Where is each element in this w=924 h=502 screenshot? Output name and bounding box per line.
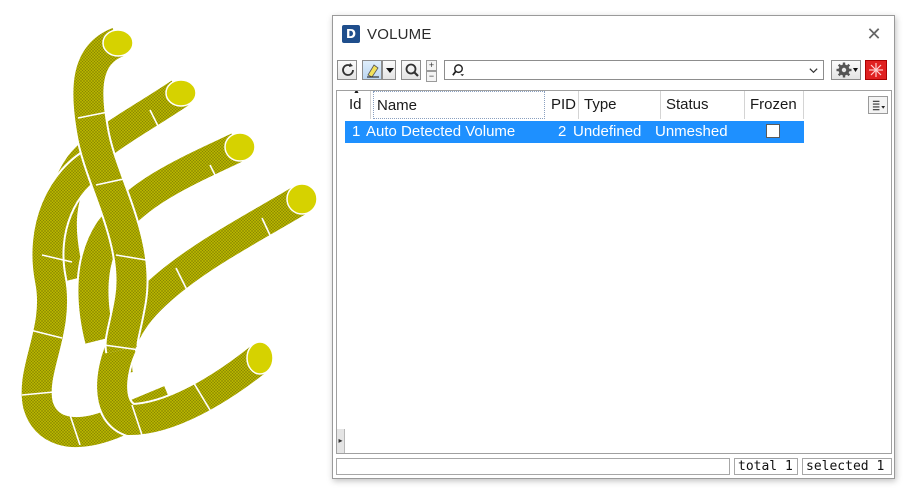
zoom-icon	[405, 63, 419, 77]
cell-id: 1	[352, 123, 361, 140]
refresh-button[interactable]	[337, 60, 357, 80]
table-row[interactable]: 1 Auto Detected Volume 2 Undefined Unmes…	[345, 121, 804, 143]
column-chooser-button[interactable]	[868, 96, 888, 114]
search-input[interactable]	[471, 61, 801, 79]
reset-button[interactable]	[865, 60, 887, 80]
highlight-icon	[367, 64, 379, 78]
close-icon[interactable]: ✕	[864, 24, 884, 44]
column-header-type[interactable]: Type	[579, 91, 661, 119]
search-combobox[interactable]	[444, 60, 824, 80]
column-header-frozen[interactable]: Frozen	[745, 91, 804, 119]
combo-arrow-icon[interactable]	[808, 65, 819, 76]
frozen-checkbox[interactable]	[766, 124, 780, 138]
column-header-id[interactable]: ▲ Id	[345, 91, 371, 119]
settings-icon	[836, 62, 858, 78]
graphics-viewport[interactable]	[0, 0, 330, 502]
cell-name: Auto Detected Volume	[366, 123, 516, 140]
zoom-plus-button[interactable]: +	[426, 60, 437, 71]
search-icon	[452, 64, 465, 77]
column-menu-icon	[872, 100, 886, 111]
highlight-dropdown-button[interactable]	[382, 60, 396, 80]
app-logo: D	[342, 25, 360, 43]
status-selected: selected 1	[802, 458, 892, 475]
cell-type: Undefined	[573, 123, 642, 140]
sort-ascending-icon: ▲	[353, 90, 360, 95]
reset-icon	[869, 63, 883, 77]
status-bar: total 1 selected 1	[336, 458, 892, 475]
status-total: total 1	[734, 458, 798, 475]
cell-pid: 2	[558, 123, 567, 140]
dropdown-arrow-icon	[386, 68, 394, 73]
column-header-status[interactable]: Status	[661, 91, 745, 119]
settings-button[interactable]	[831, 60, 861, 80]
cell-status: Unmeshed	[655, 123, 728, 140]
volume-table[interactable]: ▲ Id Name PID Type Status Frozen 1 Auto …	[336, 90, 892, 454]
toolbar: + −	[333, 60, 894, 86]
volume-dialog: D VOLUME ✕ + − ▲ Id Name PID Type Status…	[332, 15, 895, 479]
dialog-title: VOLUME	[367, 26, 432, 43]
status-message	[336, 458, 730, 475]
zoom-button[interactable]	[401, 60, 421, 80]
refresh-icon	[342, 63, 354, 76]
column-header-pid[interactable]: PID	[546, 91, 579, 119]
zoom-minus-button[interactable]: −	[426, 71, 437, 82]
highlight-button[interactable]	[362, 60, 382, 80]
title-bar[interactable]: D VOLUME ✕	[333, 16, 894, 52]
column-header-name[interactable]: Name	[373, 91, 545, 119]
panel-expand-handle[interactable]: ▸	[337, 429, 345, 453]
